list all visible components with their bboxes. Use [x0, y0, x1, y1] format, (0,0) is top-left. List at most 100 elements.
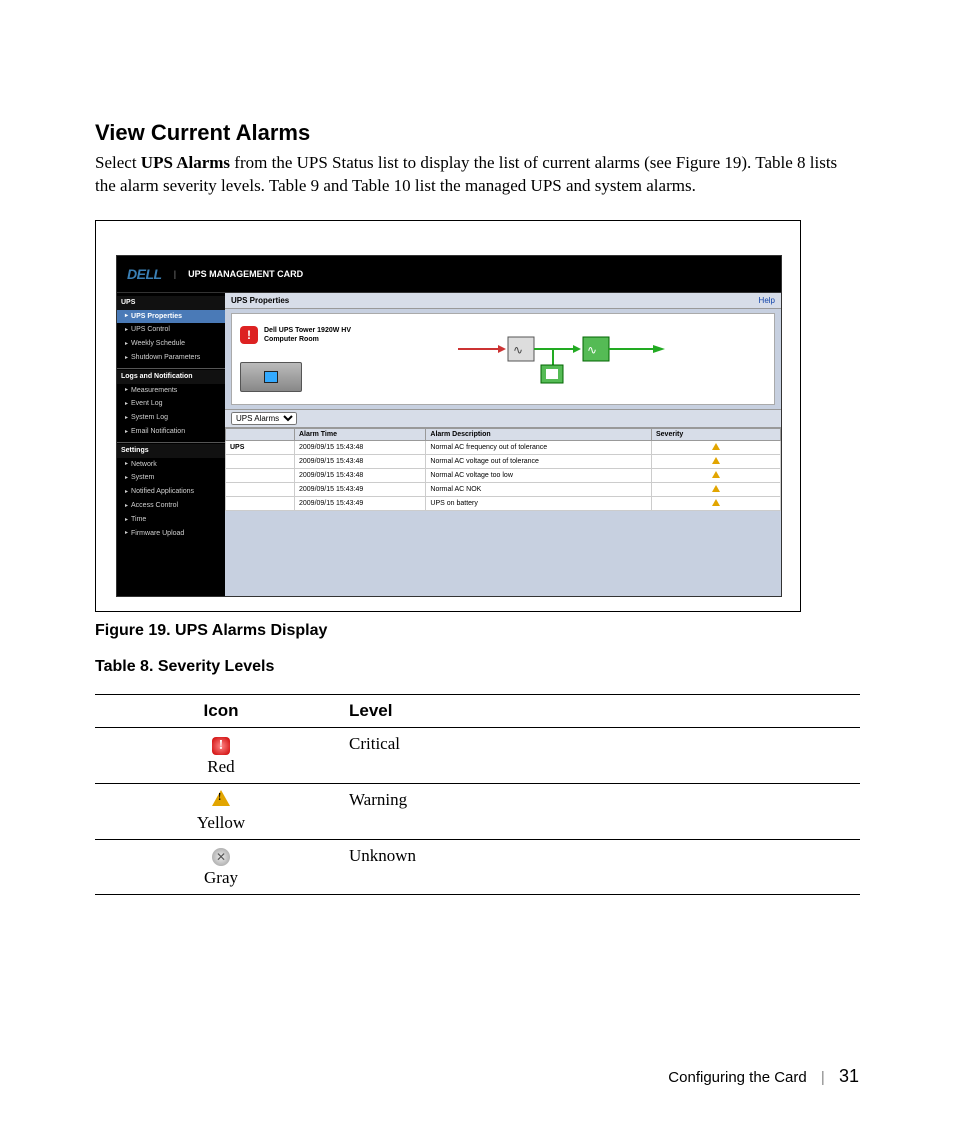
chevron-right-icon: ▸ — [125, 474, 128, 482]
ups-management-app: DELL | UPS MANAGEMENT CARD UPS ▸UPS Prop… — [116, 255, 782, 597]
table-row: 2009/09/15 15:43:49UPS on battery — [226, 496, 781, 510]
table-row: 2009/09/15 15:43:49Normal AC NOK — [226, 482, 781, 496]
alarm-description: Normal AC voltage out of tolerance — [426, 454, 652, 468]
sidebar-item-firmware-upload[interactable]: ▸Firmware Upload — [117, 527, 225, 541]
sidebar-item-system[interactable]: ▸System — [117, 471, 225, 485]
chevron-right-icon: ▸ — [125, 312, 128, 320]
table-row: UPS2009/09/15 15:43:48Normal AC frequenc… — [226, 440, 781, 454]
chevron-right-icon: ▸ — [125, 428, 128, 436]
critical-icon: ! — [212, 737, 230, 755]
alarm-time: 2009/09/15 15:43:48 — [295, 454, 426, 468]
col-severity: Severity — [652, 428, 781, 440]
chevron-right-icon: ▸ — [125, 529, 128, 537]
main-panel: UPS Properties Help ! Dell UPS Tower 192… — [225, 293, 781, 596]
warning-icon — [712, 499, 720, 506]
ups-device-image — [240, 362, 302, 392]
level-value: Critical — [347, 727, 860, 783]
svg-text:∿: ∿ — [587, 343, 597, 357]
alarm-time: 2009/09/15 15:43:49 — [295, 496, 426, 510]
intro-paragraph: Select UPS Alarms from the UPS Status li… — [95, 152, 859, 198]
device-info-panel: ! Dell UPS Tower 1920W HV Computer Room — [231, 313, 775, 405]
warning-icon — [712, 457, 720, 464]
sidebar-item-network[interactable]: ▸Network — [117, 458, 225, 472]
help-link[interactable]: Help — [759, 296, 775, 305]
ups-alarms-term: UPS Alarms — [141, 153, 230, 172]
sidebar-item-measurements[interactable]: ▸Measurements — [117, 384, 225, 398]
panel-title-bar: UPS Properties Help — [225, 293, 781, 309]
col-icon: Icon — [95, 694, 347, 727]
warning-icon — [712, 471, 720, 478]
figure-caption: Figure 19. UPS Alarms Display — [95, 622, 859, 640]
sidebar-item-ups-properties[interactable]: ▸UPS Properties — [117, 310, 225, 324]
chevron-right-icon: ▸ — [125, 386, 128, 394]
col-level: Level — [347, 694, 860, 727]
chevron-right-icon: ▸ — [125, 460, 128, 468]
dell-logo: DELL — [127, 266, 162, 282]
table-caption: Table 8. Severity Levels — [95, 658, 859, 676]
col-alarm-time: Alarm Time — [295, 428, 426, 440]
alarm-description: Normal AC frequency out of tolerance — [426, 440, 652, 454]
view-selector-row: UPS Alarms — [225, 409, 781, 428]
sidebar-item-time[interactable]: ▸Time — [117, 513, 225, 527]
chevron-right-icon: ▸ — [125, 502, 128, 510]
icon-color-label: Gray — [97, 868, 345, 888]
chevron-right-icon: ▸ — [125, 488, 128, 496]
sidebar-item-event-log[interactable]: ▸Event Log — [117, 397, 225, 411]
icon-color-label: Red — [97, 757, 345, 777]
chevron-right-icon: ▸ — [125, 400, 128, 408]
sidebar-item-weekly-schedule[interactable]: ▸Weekly Schedule — [117, 337, 225, 351]
table-row: Yellow Warning — [95, 783, 860, 839]
severity-table: Icon Level !Red Critical Yellow Warning … — [95, 694, 860, 895]
alarm-time: 2009/09/15 15:43:48 — [295, 468, 426, 482]
divider: | — [174, 269, 177, 279]
chevron-right-icon: ▸ — [125, 516, 128, 524]
alarm-description: UPS on battery — [426, 496, 652, 510]
level-value: Warning — [347, 783, 860, 839]
warning-icon — [712, 443, 720, 450]
section-heading: View Current Alarms — [95, 120, 859, 146]
sidebar-item-shutdown-parameters[interactable]: ▸Shutdown Parameters — [117, 351, 225, 365]
text: Select — [95, 153, 141, 172]
panel-title: UPS Properties — [231, 296, 289, 305]
sidebar-item-ups-control[interactable]: ▸UPS Control — [117, 323, 225, 337]
table-row: ✕ Gray Unknown — [95, 839, 860, 894]
sidebar: UPS ▸UPS Properties ▸UPS Control ▸Weekly… — [117, 293, 225, 596]
chevron-right-icon: ▸ — [125, 354, 128, 362]
app-title: UPS MANAGEMENT CARD — [188, 269, 303, 279]
device-location: Computer Room — [264, 335, 351, 344]
view-dropdown[interactable]: UPS Alarms — [231, 412, 297, 425]
page-number: 31 — [839, 1066, 859, 1086]
icon-color-label: Yellow — [97, 813, 345, 833]
table-row: 2009/09/15 15:43:48Normal AC voltage out… — [226, 454, 781, 468]
col-alarm-description: Alarm Description — [426, 428, 652, 440]
sidebar-group-settings: Settings — [117, 444, 225, 458]
warning-icon — [712, 485, 720, 492]
alarm-time: 2009/09/15 15:43:49 — [295, 482, 426, 496]
sidebar-item-access-control[interactable]: ▸Access Control — [117, 499, 225, 513]
level-value: Unknown — [347, 839, 860, 894]
sidebar-item-notified-applications[interactable]: ▸Notified Applications — [117, 485, 225, 499]
page-footer: Configuring the Card | 31 — [668, 1066, 859, 1087]
power-flow-diagram: ∿ ∿ — [359, 329, 766, 389]
sidebar-item-system-log[interactable]: ▸System Log — [117, 411, 225, 425]
chevron-right-icon: ▸ — [125, 326, 128, 334]
alarm-description: Normal AC NOK — [426, 482, 652, 496]
critical-status-icon: ! — [240, 326, 258, 344]
chevron-right-icon: ▸ — [125, 340, 128, 348]
warning-icon — [212, 790, 230, 806]
chevron-right-icon: ▸ — [125, 414, 128, 422]
sidebar-group-logs: Logs and Notification — [117, 370, 225, 384]
table-row: 2009/09/15 15:43:48Normal AC voltage too… — [226, 468, 781, 482]
app-header: DELL | UPS MANAGEMENT CARD — [117, 256, 781, 293]
table-row: ! Red Critical — [95, 727, 860, 783]
footer-section: Configuring the Card — [668, 1069, 806, 1086]
sidebar-item-email-notification[interactable]: ▸Email Notification — [117, 425, 225, 439]
device-name: Dell UPS Tower 1920W HV — [264, 326, 351, 335]
alarm-table: Alarm Time Alarm Description Severity UP… — [225, 428, 781, 511]
sidebar-group-ups: UPS — [117, 296, 225, 310]
alarm-time: 2009/09/15 15:43:48 — [295, 440, 426, 454]
alarm-description: Normal AC voltage too low — [426, 468, 652, 482]
figure-frame: DELL | UPS MANAGEMENT CARD UPS ▸UPS Prop… — [95, 220, 801, 612]
unknown-icon: ✕ — [212, 848, 230, 866]
svg-text:∿: ∿ — [513, 343, 523, 357]
